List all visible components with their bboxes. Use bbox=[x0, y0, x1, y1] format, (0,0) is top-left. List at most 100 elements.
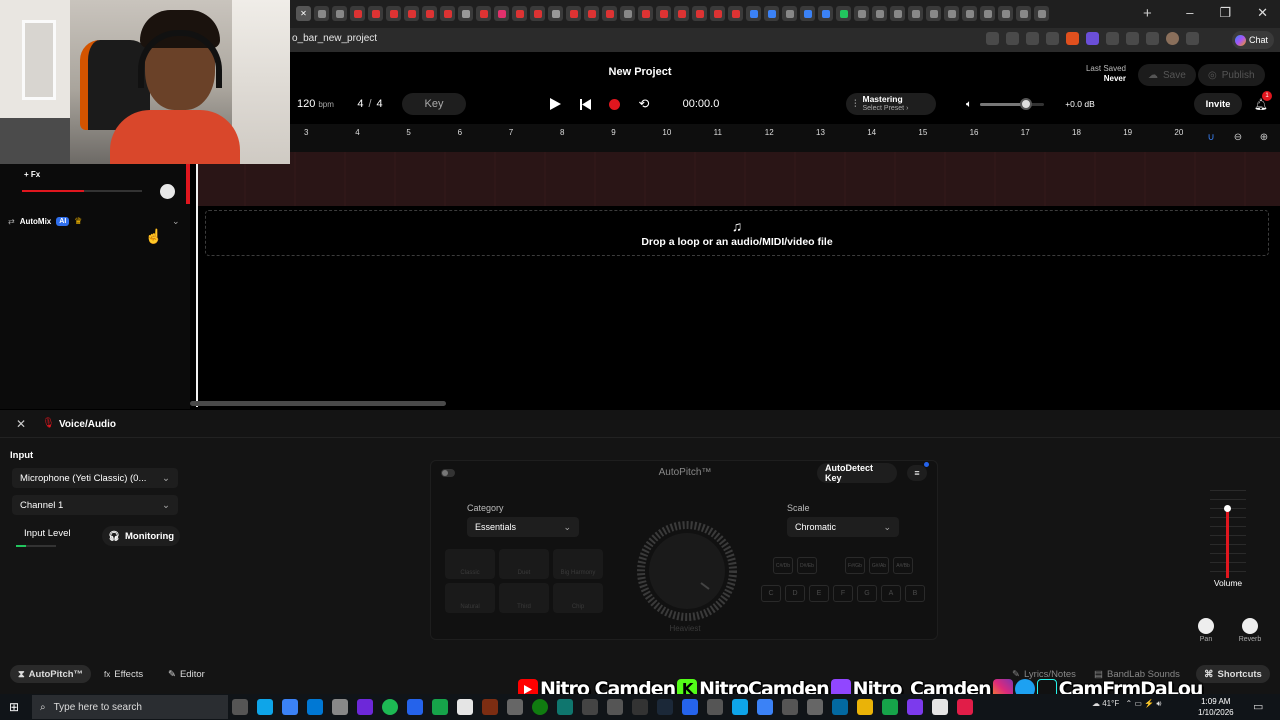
browser-tab[interactable] bbox=[404, 6, 419, 21]
browser-tab[interactable] bbox=[854, 6, 869, 21]
browser-tab[interactable] bbox=[602, 6, 617, 21]
taskbar-search[interactable]: ⌕ Type here to search bbox=[32, 695, 228, 719]
invite-button[interactable]: Invite bbox=[1194, 93, 1242, 115]
browser-tab[interactable] bbox=[800, 6, 815, 21]
key-e[interactable]: E bbox=[809, 585, 829, 602]
browser-tab[interactable] bbox=[368, 6, 383, 21]
tab-editor[interactable]: ✎ Editor bbox=[160, 665, 213, 683]
timeline-ruler[interactable]: 3 4 5 6 7 8 9 10 11 12 13 14 15 16 17 18 19 20 ∪ ⊖ ⊕ bbox=[290, 124, 1280, 152]
browser-tab[interactable] bbox=[962, 6, 977, 21]
browser-tab[interactable] bbox=[980, 6, 995, 21]
extension-icon[interactable] bbox=[1046, 32, 1059, 45]
app-icon[interactable] bbox=[757, 699, 773, 715]
browser-tab[interactable] bbox=[584, 6, 599, 21]
zoom-icon[interactable] bbox=[1006, 32, 1019, 45]
tab-autopitch[interactable]: ⧗ AutoPitch™ bbox=[10, 665, 92, 683]
app-icon[interactable] bbox=[882, 699, 898, 715]
app-icon[interactable] bbox=[507, 699, 523, 715]
category-select[interactable]: Essentials ⌄ bbox=[467, 517, 579, 537]
app-icon[interactable] bbox=[682, 699, 698, 715]
amount-knob[interactable] bbox=[629, 519, 745, 623]
browser-tab[interactable] bbox=[926, 6, 941, 21]
steam-icon[interactable] bbox=[657, 699, 673, 715]
browser-tab[interactable] bbox=[530, 6, 545, 21]
key-a[interactable]: A bbox=[881, 585, 901, 602]
app-icon[interactable] bbox=[357, 699, 373, 715]
master-volume-slider[interactable] bbox=[980, 98, 1044, 110]
publish-button[interactable]: ◎ Publish bbox=[1198, 64, 1265, 86]
time-signature[interactable]: 4 / 4 bbox=[350, 93, 390, 115]
more-menu-icon[interactable] bbox=[1186, 32, 1199, 45]
key-c[interactable]: C bbox=[761, 585, 781, 602]
url-text[interactable]: o_bar_new_project bbox=[292, 33, 377, 44]
extensions-puzzle-icon[interactable] bbox=[1126, 32, 1139, 45]
effect-classic[interactable]: Classic bbox=[445, 549, 495, 579]
add-fx-button[interactable]: + Fx bbox=[24, 170, 40, 179]
tab-effects[interactable]: fx Effects bbox=[96, 665, 151, 683]
app-icon[interactable] bbox=[557, 699, 573, 715]
close-editor-icon[interactable]: ✕ bbox=[16, 417, 26, 431]
track-volume-fader[interactable] bbox=[1210, 482, 1246, 578]
browser-tab[interactable] bbox=[710, 6, 725, 21]
browser-tab[interactable] bbox=[944, 6, 959, 21]
input-device-select[interactable]: Microphone (Yeti Classic) (0... ⌄ bbox=[12, 468, 178, 488]
app-icon[interactable] bbox=[582, 699, 598, 715]
browser-tab-close-icon[interactable]: ✕ bbox=[296, 6, 311, 21]
timeline-scrollbar[interactable] bbox=[190, 401, 446, 406]
track-volume-slider[interactable] bbox=[22, 187, 168, 193]
key-button[interactable]: Key bbox=[402, 93, 466, 115]
master-volume-handle[interactable] bbox=[1020, 98, 1033, 110]
fader-handle[interactable] bbox=[1224, 505, 1231, 512]
copilot-chat-button[interactable]: Chat bbox=[1232, 31, 1275, 49]
app-icon[interactable] bbox=[457, 699, 473, 715]
browser-tab[interactable] bbox=[656, 6, 671, 21]
refresh-icon[interactable] bbox=[1106, 32, 1119, 45]
key-a-sharp[interactable]: A#/Bb bbox=[893, 557, 913, 574]
skip-back-button[interactable] bbox=[576, 95, 594, 113]
new-tab-icon[interactable]: + bbox=[1143, 5, 1152, 22]
track-pan-knob[interactable] bbox=[160, 184, 175, 199]
chevron-down-icon[interactable]: ⌄ bbox=[172, 216, 180, 227]
app-icon[interactable] bbox=[407, 699, 423, 715]
notifications-icon[interactable]: ▭ bbox=[1253, 700, 1263, 713]
browser-tab[interactable] bbox=[494, 6, 509, 21]
pan-knob[interactable] bbox=[1198, 618, 1214, 634]
browser-tab[interactable] bbox=[476, 6, 491, 21]
key-c-sharp[interactable]: C#/Db bbox=[773, 557, 793, 574]
effect-big-harmony[interactable]: Big Harmony bbox=[553, 549, 603, 579]
browser-tab[interactable] bbox=[692, 6, 707, 21]
loop-button[interactable]: ⟲ bbox=[635, 95, 653, 113]
edge-icon[interactable] bbox=[257, 699, 273, 715]
browser-tab[interactable] bbox=[890, 6, 905, 21]
effect-duet[interactable]: Duet bbox=[499, 549, 549, 579]
app-icon[interactable] bbox=[282, 699, 298, 715]
app-icon[interactable] bbox=[932, 699, 948, 715]
playhead[interactable] bbox=[196, 152, 198, 407]
browser-tab[interactable] bbox=[764, 6, 779, 21]
save-button[interactable]: ☁ Save bbox=[1138, 64, 1196, 86]
autopitch-settings-button[interactable]: ≡ bbox=[907, 462, 929, 481]
browser-tab[interactable] bbox=[782, 6, 797, 21]
key-d-sharp[interactable]: D#/Eb bbox=[797, 557, 817, 574]
browser-tab[interactable] bbox=[728, 6, 743, 21]
browser-tab[interactable] bbox=[386, 6, 401, 21]
key-g[interactable]: G bbox=[857, 585, 877, 602]
browser-tab[interactable] bbox=[674, 6, 689, 21]
track-name[interactable]: Voice/Audio bbox=[59, 419, 116, 430]
system-clock[interactable]: 1:09 AM 1/10/2026 bbox=[1198, 696, 1234, 718]
snap-magnet-icon[interactable]: ∪ bbox=[1204, 130, 1218, 144]
browser-tab[interactable] bbox=[422, 6, 437, 21]
app-icon[interactable] bbox=[632, 699, 648, 715]
app-icon[interactable] bbox=[732, 699, 748, 715]
app-icon[interactable] bbox=[857, 699, 873, 715]
windows-start-icon[interactable]: ⊞ bbox=[9, 700, 19, 714]
browser-tab[interactable] bbox=[836, 6, 851, 21]
app-icon[interactable] bbox=[782, 699, 798, 715]
browser-tab[interactable] bbox=[458, 6, 473, 21]
extension-icon[interactable] bbox=[1066, 32, 1079, 45]
browser-tab[interactable] bbox=[818, 6, 833, 21]
minimize-icon[interactable]: – bbox=[1186, 5, 1193, 21]
close-window-icon[interactable]: ✕ bbox=[1257, 5, 1268, 21]
browser-tab[interactable] bbox=[440, 6, 455, 21]
master-mute-button[interactable]: 🔈︎ bbox=[960, 95, 978, 113]
